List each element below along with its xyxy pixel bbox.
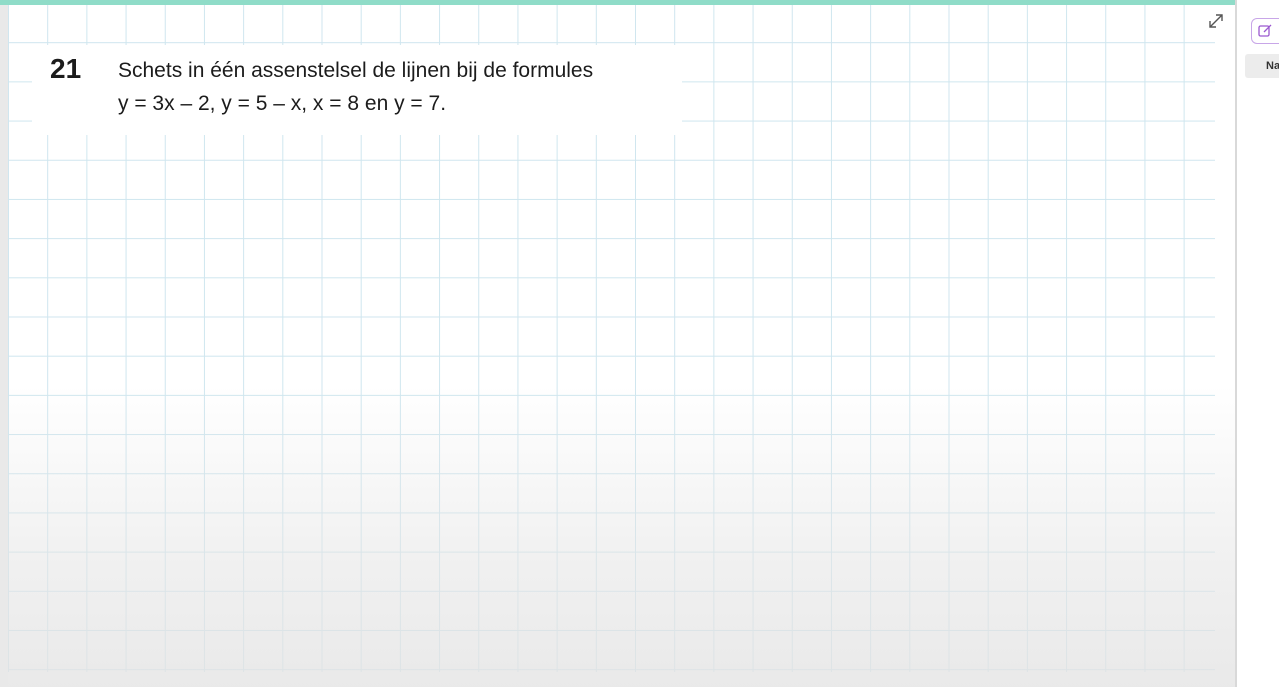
question-card: 21 Schets in één assenstelsel de lijnen … bbox=[32, 45, 682, 135]
side-panel: Na bbox=[1237, 0, 1279, 687]
question-formulas: y = 3x – 2, y = 5 – x, x = 8 en y = 7. bbox=[118, 92, 447, 115]
question-number: 21 bbox=[50, 53, 82, 84]
worksheet-canvas[interactable]: 21 Schets in één assenstelsel de lijnen … bbox=[8, 5, 1235, 687]
edit-button[interactable] bbox=[1251, 18, 1279, 44]
question-text: Schets in één assenstelsel de lijnen bij… bbox=[118, 59, 594, 82]
side-tab[interactable]: Na bbox=[1245, 54, 1279, 78]
expand-icon[interactable] bbox=[1204, 9, 1228, 33]
edit-icon bbox=[1258, 24, 1272, 37]
